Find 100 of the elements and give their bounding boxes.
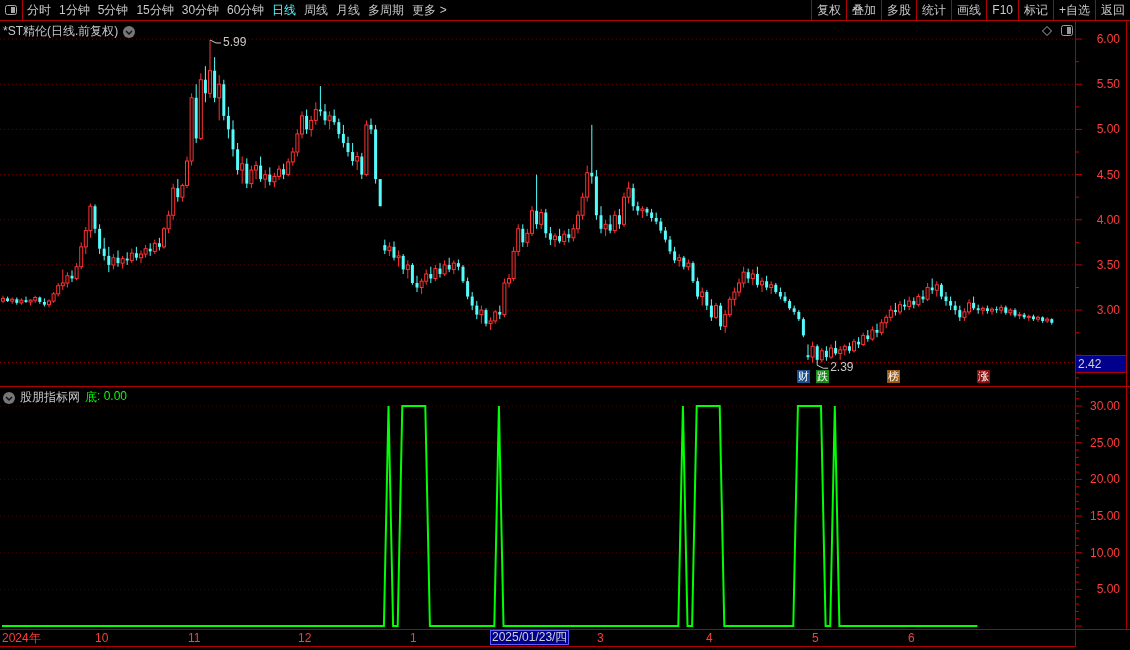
date-label: 1	[410, 631, 417, 645]
candlestick	[203, 65, 207, 103]
panel-icon[interactable]	[1061, 25, 1073, 36]
event-marker[interactable]: 财	[797, 370, 810, 383]
toolbar-button[interactable]: 返回	[1095, 0, 1130, 20]
period-tab[interactable]: 更多 >	[408, 0, 451, 20]
candlestick	[245, 157, 249, 189]
toolbar-button[interactable]: 标记	[1018, 0, 1053, 20]
period-tab[interactable]: 1分钟	[55, 0, 94, 20]
toolbar-button[interactable]: 多股	[881, 0, 917, 20]
candlestick	[990, 306, 994, 316]
period-tab[interactable]: 周线	[300, 0, 333, 20]
candlestick	[719, 302, 723, 331]
candlestick	[539, 208, 544, 230]
candlestick	[231, 119, 235, 158]
candlestick	[405, 259, 410, 279]
candlestick	[709, 298, 713, 322]
candlestick	[475, 300, 479, 320]
period-tab[interactable]: 多周期	[364, 0, 409, 20]
period-tab[interactable]: 分时	[23, 0, 55, 20]
candlestick	[599, 205, 603, 234]
cursor-date-label: 2025/01/23/四	[490, 630, 570, 645]
date-label: 10	[95, 631, 109, 645]
candlestick	[995, 306, 999, 314]
dropdown-icon[interactable]	[123, 25, 136, 38]
period-tab[interactable]: 月线	[332, 0, 365, 20]
event-marker[interactable]: 涨	[977, 370, 990, 383]
candlestick	[612, 210, 617, 234]
price-annotation: 5.99	[223, 35, 247, 48]
candlestick	[705, 289, 709, 311]
candlestick	[461, 264, 465, 284]
candlestick	[925, 282, 930, 302]
candlestick	[810, 341, 815, 364]
candlestick	[1036, 315, 1040, 323]
price-annotation: 2.39	[830, 361, 854, 374]
candlestick	[815, 343, 819, 366]
event-marker[interactable]: 榜	[887, 370, 900, 383]
candlestick	[102, 237, 106, 261]
date-label: 4	[706, 631, 713, 645]
toolbar-button[interactable]: +自选	[1053, 0, 1095, 20]
candlestick	[415, 275, 419, 293]
candlestick	[176, 178, 180, 203]
candlestick	[696, 277, 700, 300]
period-tab[interactable]: 日线	[268, 0, 301, 20]
event-marker[interactable]: 跌	[816, 370, 829, 383]
toolbar-button[interactable]: 复权	[811, 0, 847, 20]
candlestick	[93, 203, 97, 234]
toolbar-button[interactable]: F10	[986, 0, 1018, 20]
candlestick	[466, 277, 470, 300]
candlestick	[645, 206, 649, 217]
date-label: 5	[812, 631, 819, 645]
period-tab[interactable]: 15分钟	[132, 0, 178, 20]
candlestick	[116, 249, 120, 268]
candlestick	[107, 246, 111, 273]
date-label: 3	[597, 631, 604, 645]
candlestick	[875, 323, 879, 338]
candlestick	[327, 110, 332, 130]
diamond-icon[interactable]	[1042, 26, 1052, 36]
axis-label: 6.00	[1096, 32, 1120, 47]
candlestick	[401, 253, 405, 275]
candlestick	[548, 226, 552, 246]
axis-label: 20.00	[1089, 472, 1120, 487]
candlestick	[617, 208, 621, 230]
candlestick	[806, 343, 810, 361]
period-tab[interactable]: 30分钟	[177, 0, 224, 20]
current-price-label: 2.42	[1076, 354, 1126, 373]
candlestick	[355, 151, 360, 171]
candlestick	[236, 142, 240, 176]
axis-label: 5.50	[1096, 77, 1120, 92]
candlestick	[337, 118, 341, 139]
panel-icon	[5, 5, 17, 15]
dropdown-icon[interactable]	[3, 391, 15, 404]
candlestick	[351, 142, 355, 167]
candlestick	[438, 262, 442, 279]
period-tab[interactable]: 60分钟	[223, 0, 269, 20]
candlestick	[479, 305, 484, 325]
period-tab[interactable]: 5分钟	[93, 0, 133, 20]
candlestick	[305, 109, 309, 135]
candlestick	[346, 136, 350, 158]
candlestick	[217, 74, 222, 121]
candlestick	[521, 223, 525, 248]
leader-line	[816, 364, 829, 369]
toolbar-button[interactable]: 画线	[951, 0, 987, 20]
candlestick	[392, 240, 396, 261]
axis-label: 3.00	[1096, 303, 1120, 318]
axis-label: 15.00	[1089, 509, 1120, 524]
candlestick	[755, 266, 759, 289]
toolbar-button[interactable]: 统计	[916, 0, 952, 20]
axis-label: 10.00	[1089, 545, 1120, 560]
date-label: 12	[298, 631, 312, 645]
date-label: 2024年	[2, 631, 41, 645]
date-label: 6	[908, 631, 915, 645]
candlestick	[259, 156, 263, 183]
indicator-value: : 0.00	[97, 389, 128, 405]
candlestick	[240, 156, 245, 185]
toolbar-button[interactable]: 叠加	[846, 0, 882, 20]
candlestick	[700, 287, 705, 307]
candlestick	[535, 174, 539, 230]
axis-label: 3.50	[1096, 257, 1120, 272]
candlestick	[608, 214, 612, 234]
